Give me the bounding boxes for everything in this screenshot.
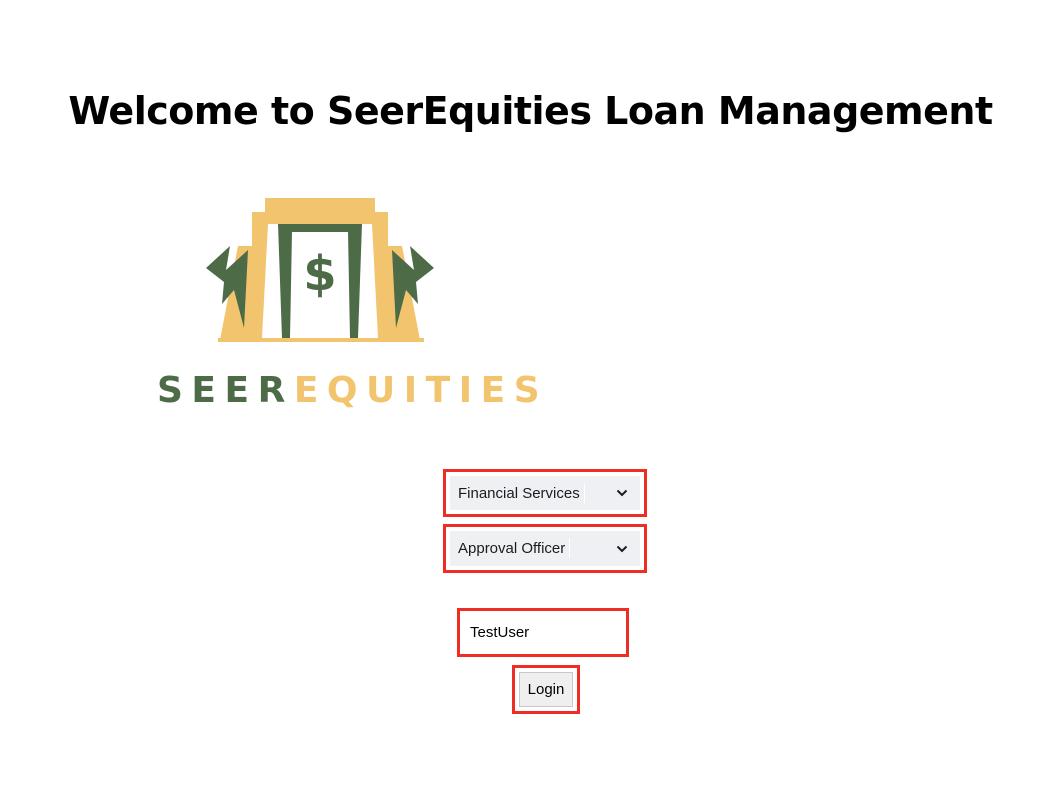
logo-wordmark: SEEREQUITIES [157, 368, 548, 414]
logo-word-seer: SEER [157, 370, 294, 411]
role-select-highlight: Approval Officer [443, 524, 647, 573]
username-input-highlight [457, 608, 629, 657]
department-select-value: Financial Services [458, 482, 585, 503]
username-input[interactable] [464, 615, 622, 650]
login-button[interactable]: Login [519, 672, 573, 707]
chevron-down-icon [616, 489, 628, 497]
svg-text:$: $ [303, 246, 336, 302]
role-select[interactable]: Approval Officer [450, 531, 640, 566]
role-select-value: Approval Officer [458, 538, 571, 558]
chevron-down-icon [616, 545, 628, 552]
page-title: Welcome to SeerEquities Loan Management [68, 89, 993, 133]
department-select[interactable]: Financial Services [450, 476, 640, 510]
login-button-highlight: Login [512, 665, 580, 714]
logo-word-equities: EQUITIES [293, 370, 549, 411]
department-select-highlight: Financial Services [443, 469, 647, 517]
